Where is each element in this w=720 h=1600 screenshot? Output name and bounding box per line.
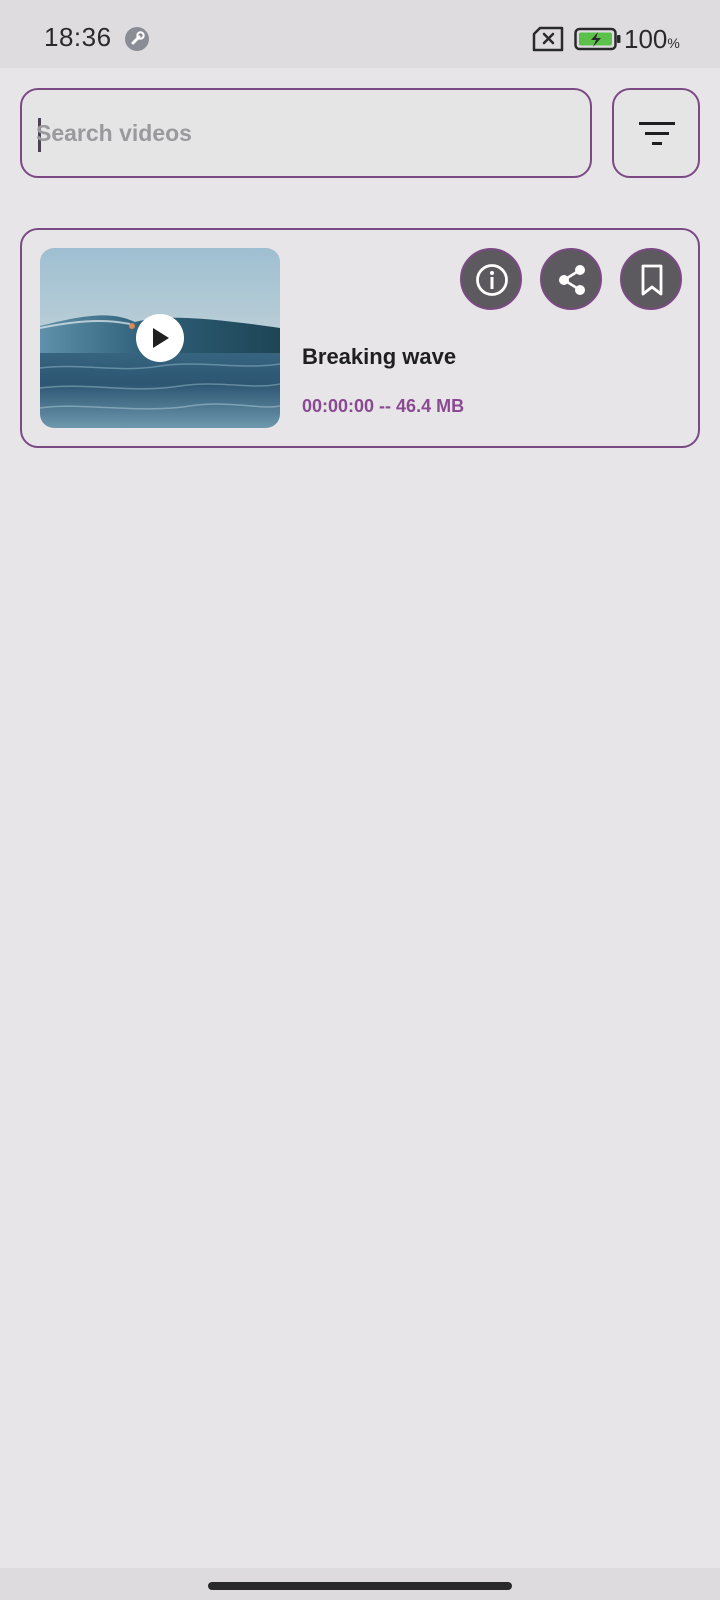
battery-charging-icon xyxy=(574,27,621,51)
status-time: 18:36 xyxy=(44,22,112,52)
info-button[interactable] xyxy=(460,248,522,310)
wrench-icon xyxy=(125,27,149,51)
battery-percentage: 100% xyxy=(624,24,680,54)
navigation-bar xyxy=(0,1568,720,1600)
bookmark-icon xyxy=(641,264,663,296)
status-bar: 18:36 100% xyxy=(0,0,720,68)
search-input[interactable] xyxy=(36,90,576,176)
info-icon xyxy=(476,264,508,296)
share-icon xyxy=(559,265,585,295)
video-meta: 00:00:00 -- 46.4 MB xyxy=(302,396,465,416)
filter-icon xyxy=(639,122,675,145)
search-box[interactable] xyxy=(20,88,592,178)
no-sim-icon xyxy=(532,26,564,52)
video-card[interactable]: Breaking wave 00:00:00 -- 46.4 MB xyxy=(20,228,700,448)
home-gesture-handle[interactable] xyxy=(208,1582,512,1590)
video-thumbnail[interactable] xyxy=(40,248,280,428)
bookmark-button[interactable] xyxy=(620,248,682,310)
play-icon xyxy=(153,328,169,348)
filter-button[interactable] xyxy=(612,88,700,178)
video-title: Breaking wave xyxy=(302,344,457,369)
share-button[interactable] xyxy=(540,248,602,310)
play-button[interactable] xyxy=(136,314,184,362)
